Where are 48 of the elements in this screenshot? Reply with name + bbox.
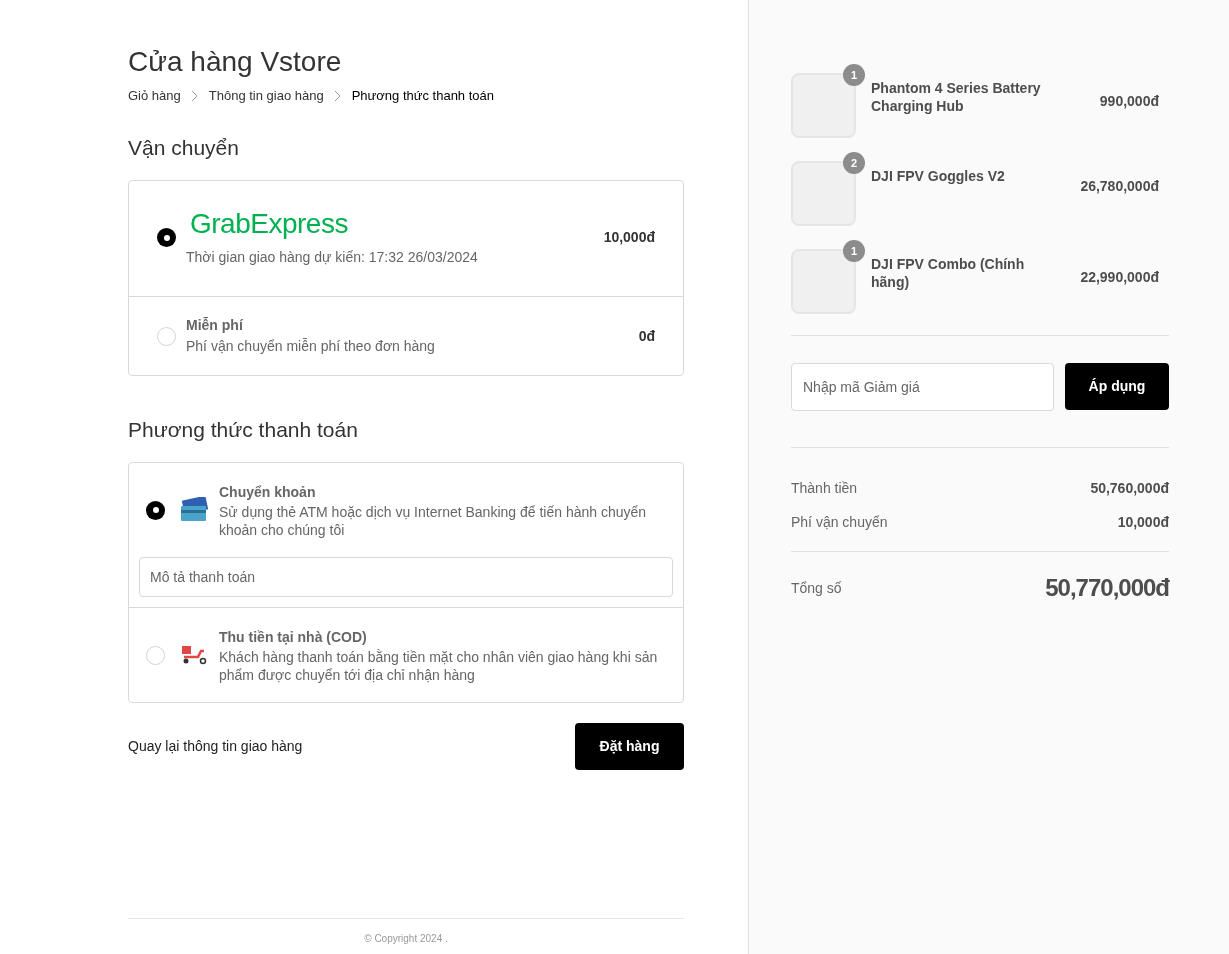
- total-label: Tổng số: [791, 578, 842, 598]
- shipping-price: 0đ: [638, 326, 655, 346]
- option-title: Chuyển khoản: [219, 482, 317, 502]
- product-name: DJI FPV Goggles V2: [871, 167, 1006, 186]
- breadcrumb-link[interactable]: Giỏ hàng: [128, 86, 181, 106]
- option-title: Thu tiền tại nhà (COD): [219, 627, 368, 647]
- discount-code-field[interactable]: Nhập mã Giảm giá: [791, 363, 1054, 411]
- quantity-badge: 1: [843, 240, 865, 262]
- option-description: Phí vận chuyển miễn phí theo đơn hàng: [186, 337, 436, 356]
- apply-button[interactable]: Áp dụng: [1065, 363, 1169, 410]
- product-photo-placeholder: [791, 249, 856, 314]
- chevron-right-icon: [190, 89, 199, 102]
- summary-value: 10,000đ: [1117, 513, 1169, 532]
- summary-label: Phí vận chuyển: [791, 513, 888, 532]
- option-description: Khách hàng thanh toán bằng tiền mặt cho nhân viên giao hàng khi sản phẩm được chuyển tới địa chỉ nhận hàng: [219, 647, 659, 684]
- radio-button[interactable]: [157, 228, 176, 247]
- product-name: Phantom 4 Series Battery Charging Hub: [871, 79, 1042, 115]
- total-value: 50,770,000đ: [1045, 573, 1169, 603]
- shipping-price: 10,000đ: [603, 228, 655, 247]
- product-photo-placeholder: [791, 73, 856, 138]
- delivery-scooter-icon: [180, 645, 208, 665]
- product-photo-placeholder: [791, 161, 856, 226]
- product-price: 22,990,000đ: [1080, 268, 1160, 287]
- section-heading: Phương thức thanh toán: [128, 417, 359, 443]
- radio-button[interactable]: [146, 500, 165, 520]
- quantity-badge: 1: [843, 64, 865, 86]
- product-name: DJI FPV Combo (Chính hãng): [871, 255, 1026, 291]
- radio-button[interactable]: [157, 326, 176, 346]
- copyright-text: © Copyright 2024 .: [364, 932, 448, 946]
- chevron-right-icon: [333, 89, 342, 102]
- breadcrumb-link[interactable]: Phương thức thanh toán: [351, 86, 494, 106]
- option-description: Sử dụng thẻ ATM hoặc dịch vụ Internet Banking để tiến hành chuyển khoản cho chúng tôi: [219, 502, 648, 539]
- place-order-button[interactable]: Đặt hàng: [575, 722, 684, 770]
- summary-value: 50,760,000đ: [1090, 479, 1169, 498]
- product-price: 990,000đ: [1099, 92, 1160, 111]
- store-title: Cửa hàng Vstore: [128, 45, 343, 79]
- option-description: Thời gian giao hàng dự kiến: 17:32 26/03/2024: [186, 248, 479, 267]
- courier-logo: GrabExpress: [190, 207, 349, 241]
- section-heading: Vận chuyển: [128, 134, 240, 161]
- payment-description-field[interactable]: Mô tả thanh toán: [139, 556, 673, 597]
- breadcrumb-link[interactable]: Thông tin giao hàng: [208, 86, 324, 106]
- option-title: Miễn phí: [186, 316, 244, 335]
- product-price: 26,780,000đ: [1080, 177, 1160, 196]
- radio-button[interactable]: [146, 645, 165, 665]
- credit-cards-icon: [180, 497, 208, 523]
- back-link[interactable]: Quay lại thông tin giao hàng: [128, 735, 303, 757]
- summary-label: Thành tiền: [791, 479, 858, 498]
- quantity-badge: 2: [843, 152, 865, 174]
